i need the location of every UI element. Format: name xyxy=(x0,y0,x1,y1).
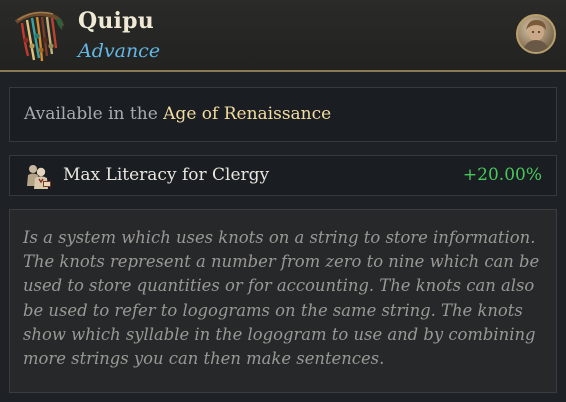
age-name-link[interactable]: Age of Renaissance xyxy=(163,104,331,124)
effect-value: +20.00% xyxy=(462,165,542,185)
advisor-portrait xyxy=(516,14,556,54)
effect-label: Max Literacy for Clergy xyxy=(63,165,270,185)
availability-panel: Available in the Age of Renaissance xyxy=(9,87,557,142)
tooltip-header: Quipu Advance xyxy=(0,0,566,72)
quipu-knotted-strings-icon xyxy=(12,6,66,64)
availability-text: Available in the Age of Renaissance xyxy=(24,104,331,124)
advance-description: Is a system which uses knots on a string… xyxy=(23,228,540,369)
clergy-icon xyxy=(24,162,52,190)
description-panel: Is a system which uses knots on a string… xyxy=(9,209,557,393)
advance-type-label: Advance xyxy=(78,40,161,62)
advance-tooltip: Quipu Advance Available in the Age of Re… xyxy=(0,0,566,402)
effect-row: Max Literacy for Clergy +20.00% xyxy=(9,155,557,196)
availability-prefix: Available in the xyxy=(24,104,164,124)
advance-title: Quipu xyxy=(78,8,154,34)
